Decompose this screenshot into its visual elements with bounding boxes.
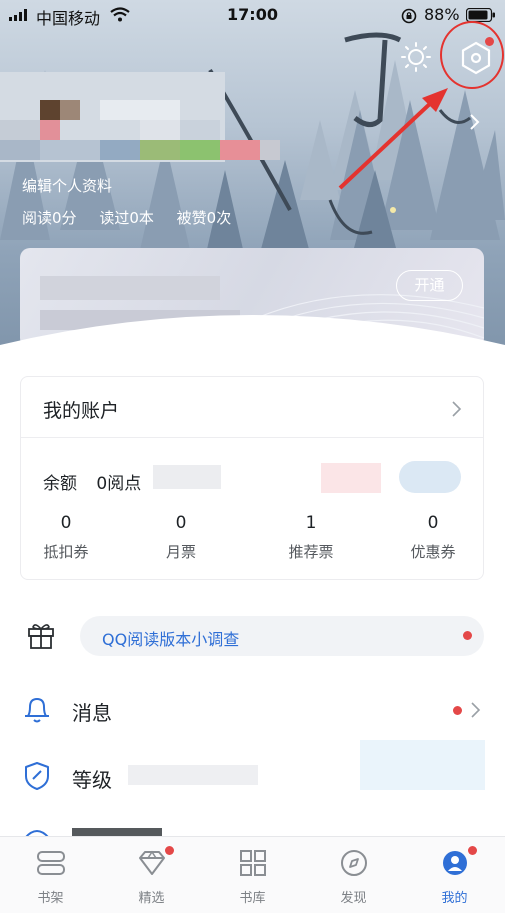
reading-stats: 阅读0分 读过0本 被赞0次: [22, 207, 249, 228]
balance-label: 余额: [43, 474, 77, 494]
tab-bar: 书架 精选 书库 发现 我的: [0, 836, 505, 913]
tab-library[interactable]: 书库: [202, 837, 303, 914]
tab-featured-label: 精选: [138, 891, 165, 906]
battery-icon: [466, 8, 495, 22]
compass-icon: [341, 850, 367, 876]
open-vip-button[interactable]: 开通: [396, 270, 463, 301]
next-row-label-fragment: [72, 828, 162, 836]
status-bar: 中国移动 17:00 88%: [0, 0, 505, 30]
divider: [21, 437, 483, 438]
annotation-circle: [440, 21, 504, 89]
diamond-icon: [139, 850, 165, 875]
me-badge-dot: [468, 846, 477, 855]
monthly-ticket-count: 0: [175, 513, 187, 533]
stat-recommend-ticket[interactable]: 1 推荐票: [261, 513, 361, 562]
shield-level-icon: [25, 762, 49, 790]
tab-bookshelf[interactable]: 书架: [0, 837, 101, 914]
messages-label: 消息: [72, 701, 112, 725]
profile-header: 中国移动 17:00 88% 编辑个人资料 阅读0分 读过0本 被赞0次 开通: [0, 0, 505, 360]
rotation-lock-icon: [401, 8, 417, 24]
blurred-level-info: [128, 765, 258, 785]
tab-me-label: 我的: [441, 891, 468, 906]
night-mode-sun-icon[interactable]: [400, 41, 432, 73]
level-label: 等级: [72, 768, 112, 792]
books-read: 读过0本: [99, 209, 154, 227]
annotation-arrow: [338, 88, 448, 190]
battery-percent: 88%: [424, 5, 460, 24]
stat-monthly-ticket[interactable]: 0 月票: [131, 513, 231, 562]
coupon-label: 抵扣券: [43, 543, 89, 561]
survey-banner[interactable]: QQ阅读版本小调查: [80, 616, 484, 656]
edit-profile-link[interactable]: 编辑个人资料: [22, 175, 112, 196]
gift-icon: [28, 624, 54, 649]
reading-score: 阅读0分: [22, 209, 77, 227]
tab-bookshelf-label: 书架: [37, 891, 64, 906]
messages-chevron-right-icon: [471, 702, 481, 718]
survey-text: QQ阅读版本小调查: [102, 630, 240, 649]
blurred-promo: [321, 463, 381, 493]
blurred-card-title: [40, 276, 220, 300]
tab-me[interactable]: 我的: [404, 837, 505, 914]
recommend-ticket-count: 1: [305, 513, 317, 533]
tab-library-label: 书库: [239, 891, 266, 906]
account-card: 我的账户 余额 0阅点 0 抵扣券 0 月票 1 推荐票 0 优惠券: [20, 376, 484, 580]
featured-badge-dot: [165, 846, 174, 855]
tab-discover[interactable]: 发现: [303, 837, 404, 914]
blurred-balance-extra: [153, 465, 221, 489]
profile-icon: [443, 851, 467, 875]
recommend-ticket-label: 推荐票: [288, 543, 334, 561]
likes-received: 被赞0次: [176, 209, 232, 227]
stat-coupon[interactable]: 0 抵扣券: [16, 513, 116, 562]
header-wave: [0, 315, 505, 360]
profile-chevron-right-icon[interactable]: [468, 112, 482, 132]
monthly-ticket-label: 月票: [165, 543, 196, 561]
discount-label: 优惠券: [410, 543, 456, 561]
stat-discount[interactable]: 0 优惠券: [383, 513, 483, 562]
bell-icon: [25, 698, 49, 723]
tab-featured[interactable]: 精选: [101, 837, 202, 914]
survey-badge-dot: [463, 631, 472, 640]
balance-value: 0阅点: [96, 474, 142, 494]
bookshelf-icon: [37, 851, 65, 875]
account-title[interactable]: 我的账户: [43, 396, 119, 423]
discount-count: 0: [427, 513, 439, 533]
blurred-recharge-button[interactable]: [399, 461, 461, 493]
messages-badge-dot: [453, 706, 462, 715]
grid-icon: [240, 850, 266, 876]
coupon-count: 0: [60, 513, 72, 533]
account-chevron-right-icon[interactable]: [451, 400, 463, 418]
balance-row: 余额 0阅点: [43, 469, 141, 494]
blurred-level-badge: [360, 740, 485, 790]
tab-discover-label: 发现: [340, 891, 367, 906]
